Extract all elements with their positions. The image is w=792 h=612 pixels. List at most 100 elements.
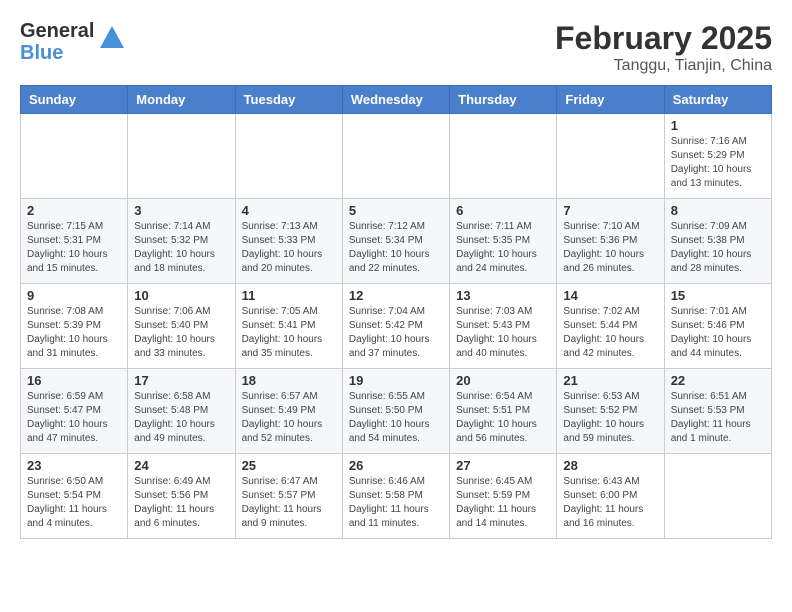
day-info: Sunrise: 6:57 AM Sunset: 5:49 PM Dayligh… bbox=[242, 390, 336, 446]
day-number: 18 bbox=[242, 373, 336, 388]
calendar-week-5: 23Sunrise: 6:50 AM Sunset: 5:54 PM Dayli… bbox=[21, 454, 772, 539]
calendar-cell bbox=[21, 114, 128, 199]
day-number: 25 bbox=[242, 458, 336, 473]
calendar-cell bbox=[342, 114, 449, 199]
day-info: Sunrise: 7:03 AM Sunset: 5:43 PM Dayligh… bbox=[456, 305, 550, 361]
weekday-header-friday: Friday bbox=[557, 86, 664, 114]
calendar-cell: 3 Sunrise: 7:14 AM Sunset: 5:32 PM Daylig… bbox=[128, 199, 235, 284]
day-number: 4 bbox=[242, 203, 336, 218]
day-info: Sunrise: 7:16 AM Sunset: 5:29 PM Dayligh… bbox=[671, 135, 765, 191]
calendar-cell: 26 Sunrise: 6:46 AM Sunset: 5:58 PM Dayli… bbox=[342, 454, 449, 539]
day-number: 1 bbox=[671, 118, 765, 133]
weekday-header-monday: Monday bbox=[128, 86, 235, 114]
calendar-cell: 28 Sunrise: 6:43 AM Sunset: 6:00 PM Dayli… bbox=[557, 454, 664, 539]
calendar-cell: 13 Sunrise: 7:03 AM Sunset: 5:43 PM Dayli… bbox=[450, 284, 557, 369]
calendar-cell: 9 Sunrise: 7:08 AM Sunset: 5:39 PM Daylig… bbox=[21, 284, 128, 369]
calendar-week-3: 9 Sunrise: 7:08 AM Sunset: 5:39 PM Daylig… bbox=[21, 284, 772, 369]
logo-blue: Blue bbox=[20, 42, 94, 64]
day-number: 7 bbox=[563, 203, 657, 218]
day-info: Sunrise: 6:46 AM Sunset: 5:58 PM Dayligh… bbox=[349, 475, 443, 531]
day-info: Sunrise: 6:53 AM Sunset: 5:52 PM Dayligh… bbox=[563, 390, 657, 446]
calendar-cell: 18 Sunrise: 6:57 AM Sunset: 5:49 PM Dayli… bbox=[235, 369, 342, 454]
day-info: Sunrise: 6:43 AM Sunset: 6:00 PM Dayligh… bbox=[563, 475, 657, 531]
calendar-week-4: 16 Sunrise: 6:59 AM Sunset: 5:47 PM Dayli… bbox=[21, 369, 772, 454]
day-number: 6 bbox=[456, 203, 550, 218]
calendar-week-2: 2 Sunrise: 7:15 AM Sunset: 5:31 PM Daylig… bbox=[21, 199, 772, 284]
day-info: Sunrise: 6:58 AM Sunset: 5:48 PM Dayligh… bbox=[134, 390, 228, 446]
day-info: Sunrise: 7:14 AM Sunset: 5:32 PM Dayligh… bbox=[134, 220, 228, 276]
day-info: Sunrise: 7:09 AM Sunset: 5:38 PM Dayligh… bbox=[671, 220, 765, 276]
calendar-week-1: 1 Sunrise: 7:16 AM Sunset: 5:29 PM Daylig… bbox=[21, 114, 772, 199]
day-info: Sunrise: 7:10 AM Sunset: 5:36 PM Dayligh… bbox=[563, 220, 657, 276]
day-info: Sunrise: 6:50 AM Sunset: 5:54 PM Dayligh… bbox=[27, 475, 121, 531]
day-info: Sunrise: 6:55 AM Sunset: 5:50 PM Dayligh… bbox=[349, 390, 443, 446]
weekday-header-wednesday: Wednesday bbox=[342, 86, 449, 114]
calendar-cell: 15 Sunrise: 7:01 AM Sunset: 5:46 PM Dayli… bbox=[664, 284, 771, 369]
day-number: 2 bbox=[27, 203, 121, 218]
calendar-cell: 2 Sunrise: 7:15 AM Sunset: 5:31 PM Daylig… bbox=[21, 199, 128, 284]
calendar-cell bbox=[235, 114, 342, 199]
weekday-header-thursday: Thursday bbox=[450, 86, 557, 114]
calendar-cell: 16 Sunrise: 6:59 AM Sunset: 5:47 PM Dayli… bbox=[21, 369, 128, 454]
day-number: 17 bbox=[134, 373, 228, 388]
calendar-cell: 23Sunrise: 6:50 AM Sunset: 5:54 PM Dayli… bbox=[21, 454, 128, 539]
calendar-cell bbox=[450, 114, 557, 199]
calendar-cell: 25 Sunrise: 6:47 AM Sunset: 5:57 PM Dayli… bbox=[235, 454, 342, 539]
calendar-cell: 20 Sunrise: 6:54 AM Sunset: 5:51 PM Dayli… bbox=[450, 369, 557, 454]
calendar-cell: 12Sunrise: 7:04 AM Sunset: 5:42 PM Dayli… bbox=[342, 284, 449, 369]
weekday-header-saturday: Saturday bbox=[664, 86, 771, 114]
calendar-cell: 22Sunrise: 6:51 AM Sunset: 5:53 PM Dayli… bbox=[664, 369, 771, 454]
weekday-header-sunday: Sunday bbox=[21, 86, 128, 114]
logo-general: General bbox=[20, 20, 94, 42]
day-number: 26 bbox=[349, 458, 443, 473]
day-info: Sunrise: 6:45 AM Sunset: 5:59 PM Dayligh… bbox=[456, 475, 550, 531]
day-number: 15 bbox=[671, 288, 765, 303]
calendar-cell: 8Sunrise: 7:09 AM Sunset: 5:38 PM Daylig… bbox=[664, 199, 771, 284]
day-number: 28 bbox=[563, 458, 657, 473]
weekday-header-tuesday: Tuesday bbox=[235, 86, 342, 114]
day-info: Sunrise: 6:47 AM Sunset: 5:57 PM Dayligh… bbox=[242, 475, 336, 531]
day-number: 21 bbox=[563, 373, 657, 388]
day-info: Sunrise: 6:54 AM Sunset: 5:51 PM Dayligh… bbox=[456, 390, 550, 446]
location-title: Tanggu, Tianjin, China bbox=[555, 57, 772, 75]
page-header: General Blue February 2025 Tanggu, Tianj… bbox=[20, 20, 772, 75]
day-info: Sunrise: 7:06 AM Sunset: 5:40 PM Dayligh… bbox=[134, 305, 228, 361]
day-number: 16 bbox=[27, 373, 121, 388]
calendar-cell: 1 Sunrise: 7:16 AM Sunset: 5:29 PM Daylig… bbox=[664, 114, 771, 199]
title-block: February 2025 Tanggu, Tianjin, China bbox=[555, 20, 772, 75]
calendar-cell: 19 Sunrise: 6:55 AM Sunset: 5:50 PM Dayli… bbox=[342, 369, 449, 454]
day-info: Sunrise: 7:05 AM Sunset: 5:41 PM Dayligh… bbox=[242, 305, 336, 361]
day-number: 24 bbox=[134, 458, 228, 473]
day-info: Sunrise: 7:08 AM Sunset: 5:39 PM Dayligh… bbox=[27, 305, 121, 361]
day-info: Sunrise: 6:49 AM Sunset: 5:56 PM Dayligh… bbox=[134, 475, 228, 531]
day-number: 5 bbox=[349, 203, 443, 218]
day-number: 13 bbox=[456, 288, 550, 303]
calendar-cell: 27 Sunrise: 6:45 AM Sunset: 5:59 PM Dayli… bbox=[450, 454, 557, 539]
day-number: 27 bbox=[456, 458, 550, 473]
day-number: 20 bbox=[456, 373, 550, 388]
day-info: Sunrise: 7:15 AM Sunset: 5:31 PM Dayligh… bbox=[27, 220, 121, 276]
calendar-cell: 7 Sunrise: 7:10 AM Sunset: 5:36 PM Daylig… bbox=[557, 199, 664, 284]
day-info: Sunrise: 6:59 AM Sunset: 5:47 PM Dayligh… bbox=[27, 390, 121, 446]
calendar-cell: 5Sunrise: 7:12 AM Sunset: 5:34 PM Daylig… bbox=[342, 199, 449, 284]
calendar-cell: 6 Sunrise: 7:11 AM Sunset: 5:35 PM Daylig… bbox=[450, 199, 557, 284]
day-info: Sunrise: 7:13 AM Sunset: 5:33 PM Dayligh… bbox=[242, 220, 336, 276]
weekday-header-row: SundayMondayTuesdayWednesdayThursdayFrid… bbox=[21, 86, 772, 114]
calendar-cell: 14Sunrise: 7:02 AM Sunset: 5:44 PM Dayli… bbox=[557, 284, 664, 369]
day-info: Sunrise: 7:11 AM Sunset: 5:35 PM Dayligh… bbox=[456, 220, 550, 276]
calendar-cell: 10 Sunrise: 7:06 AM Sunset: 5:40 PM Dayli… bbox=[128, 284, 235, 369]
day-info: Sunrise: 7:01 AM Sunset: 5:46 PM Dayligh… bbox=[671, 305, 765, 361]
calendar-cell bbox=[128, 114, 235, 199]
day-number: 10 bbox=[134, 288, 228, 303]
day-number: 11 bbox=[242, 288, 336, 303]
day-info: Sunrise: 6:51 AM Sunset: 5:53 PM Dayligh… bbox=[671, 390, 765, 446]
calendar-cell: 4 Sunrise: 7:13 AM Sunset: 5:33 PM Daylig… bbox=[235, 199, 342, 284]
day-info: Sunrise: 7:02 AM Sunset: 5:44 PM Dayligh… bbox=[563, 305, 657, 361]
day-number: 9 bbox=[27, 288, 121, 303]
day-info: Sunrise: 7:04 AM Sunset: 5:42 PM Dayligh… bbox=[349, 305, 443, 361]
day-number: 3 bbox=[134, 203, 228, 218]
calendar-cell: 21 Sunrise: 6:53 AM Sunset: 5:52 PM Dayli… bbox=[557, 369, 664, 454]
calendar-cell: 24 Sunrise: 6:49 AM Sunset: 5:56 PM Dayli… bbox=[128, 454, 235, 539]
day-number: 19 bbox=[349, 373, 443, 388]
calendar-cell bbox=[557, 114, 664, 199]
